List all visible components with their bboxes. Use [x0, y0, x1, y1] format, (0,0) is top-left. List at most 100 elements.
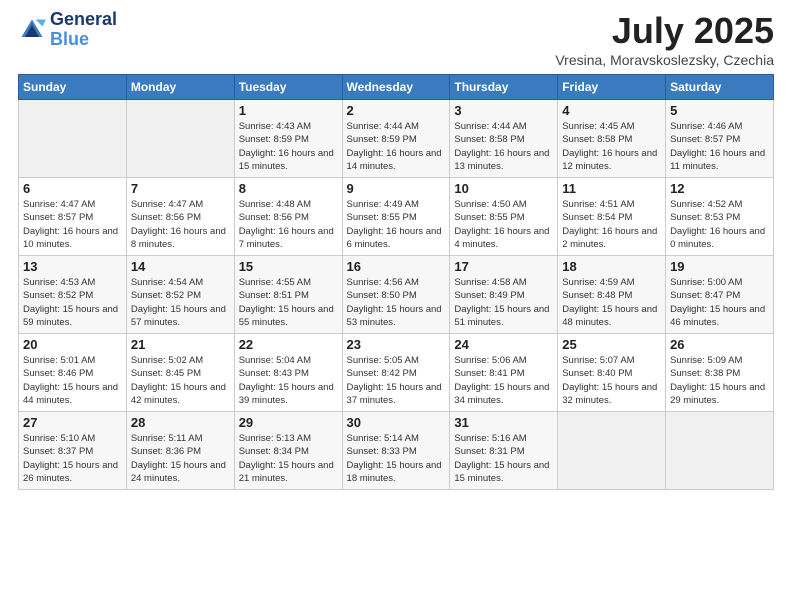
- day-cell: 25 Sunrise: 5:07 AMSunset: 8:40 PMDayligh…: [558, 334, 666, 412]
- day-cell: 20 Sunrise: 5:01 AMSunset: 8:46 PMDayligh…: [19, 334, 127, 412]
- day-cell: 23Sunrise: 5:05 AMSunset: 8:42 PMDayligh…: [342, 334, 450, 412]
- logo-text: General Blue: [50, 10, 117, 50]
- day-number: 6: [23, 181, 122, 196]
- day-info: Sunrise: 4:47 AMSunset: 8:56 PMDaylight:…: [131, 198, 230, 251]
- day-cell: 11Sunrise: 4:51 AMSunset: 8:54 PMDayligh…: [558, 178, 666, 256]
- day-cell: 14 Sunrise: 4:54 AMSunset: 8:52 PMDayligh…: [126, 256, 234, 334]
- day-number: 8: [239, 181, 338, 196]
- day-cell: 26Sunrise: 5:09 AMSunset: 8:38 PMDayligh…: [666, 334, 774, 412]
- day-cell: 3Sunrise: 4:44 AMSunset: 8:58 PMDaylight…: [450, 100, 558, 178]
- logo-line2: Blue: [50, 29, 89, 49]
- day-cell: [19, 100, 127, 178]
- day-cell: 22 Sunrise: 5:04 AMSunset: 8:43 PMDayligh…: [234, 334, 342, 412]
- day-number: 23: [347, 337, 446, 352]
- day-number: 18: [562, 259, 661, 274]
- day-cell: 10 Sunrise: 4:50 AMSunset: 8:55 PMDayligh…: [450, 178, 558, 256]
- day-number: 5: [670, 103, 769, 118]
- weekday-header-saturday: Saturday: [666, 75, 774, 100]
- day-cell: [558, 412, 666, 490]
- day-info: Sunrise: 5:11 AMSunset: 8:36 PMDaylight:…: [131, 432, 230, 485]
- week-row-4: 20 Sunrise: 5:01 AMSunset: 8:46 PMDayligh…: [19, 334, 774, 412]
- day-info: Sunrise: 4:43 AMSunset: 8:59 PMDaylight:…: [239, 120, 338, 173]
- day-info: Sunrise: 4:44 AMSunset: 8:59 PMDaylight:…: [347, 120, 446, 173]
- day-cell: 29Sunrise: 5:13 AMSunset: 8:34 PMDayligh…: [234, 412, 342, 490]
- day-info: Sunrise: 4:48 AMSunset: 8:56 PMDaylight:…: [239, 198, 338, 251]
- day-number: 1: [239, 103, 338, 118]
- day-info: Sunrise: 5:01 AMSunset: 8:46 PMDaylight:…: [23, 354, 122, 407]
- day-number: 30: [347, 415, 446, 430]
- day-cell: [666, 412, 774, 490]
- day-info: Sunrise: 5:04 AMSunset: 8:43 PMDaylight:…: [239, 354, 338, 407]
- weekday-header-sunday: Sunday: [19, 75, 127, 100]
- day-cell: 4Sunrise: 4:45 AMSunset: 8:58 PMDaylight…: [558, 100, 666, 178]
- day-info: Sunrise: 5:02 AMSunset: 8:45 PMDaylight:…: [131, 354, 230, 407]
- day-cell: 24Sunrise: 5:06 AMSunset: 8:41 PMDayligh…: [450, 334, 558, 412]
- day-cell: 18 Sunrise: 4:59 AMSunset: 8:48 PMDayligh…: [558, 256, 666, 334]
- day-number: 16: [347, 259, 446, 274]
- day-info: Sunrise: 5:00 AMSunset: 8:47 PMDaylight:…: [670, 276, 769, 329]
- day-number: 28: [131, 415, 230, 430]
- page: General Blue July 2025 Vresina, Moravsko…: [0, 0, 792, 612]
- day-cell: 5Sunrise: 4:46 AMSunset: 8:57 PMDaylight…: [666, 100, 774, 178]
- day-number: 20: [23, 337, 122, 352]
- day-info: Sunrise: 4:55 AMSunset: 8:51 PMDaylight:…: [239, 276, 338, 329]
- calendar: SundayMondayTuesdayWednesdayThursdayFrid…: [18, 74, 774, 490]
- day-cell: 2Sunrise: 4:44 AMSunset: 8:59 PMDaylight…: [342, 100, 450, 178]
- title-block: July 2025 Vresina, Moravskoslezsky, Czec…: [555, 10, 774, 68]
- day-number: 31: [454, 415, 553, 430]
- week-row-5: 27 Sunrise: 5:10 AMSunset: 8:37 PMDayligh…: [19, 412, 774, 490]
- calendar-body: 1 Sunrise: 4:43 AMSunset: 8:59 PMDaylight…: [19, 100, 774, 490]
- day-cell: 7Sunrise: 4:47 AMSunset: 8:56 PMDaylight…: [126, 178, 234, 256]
- day-info: Sunrise: 4:58 AMSunset: 8:49 PMDaylight:…: [454, 276, 553, 329]
- weekday-header-friday: Friday: [558, 75, 666, 100]
- day-number: 22: [239, 337, 338, 352]
- day-cell: 21 Sunrise: 5:02 AMSunset: 8:45 PMDayligh…: [126, 334, 234, 412]
- weekday-header-tuesday: Tuesday: [234, 75, 342, 100]
- weekday-header-thursday: Thursday: [450, 75, 558, 100]
- day-number: 21: [131, 337, 230, 352]
- weekday-header-monday: Monday: [126, 75, 234, 100]
- day-info: Sunrise: 4:44 AMSunset: 8:58 PMDaylight:…: [454, 120, 553, 173]
- day-info: Sunrise: 4:56 AMSunset: 8:50 PMDaylight:…: [347, 276, 446, 329]
- day-number: 25: [562, 337, 661, 352]
- logo-icon: [18, 16, 46, 44]
- day-info: Sunrise: 5:10 AMSunset: 8:37 PMDaylight:…: [23, 432, 122, 485]
- month-title: July 2025: [555, 10, 774, 52]
- day-cell: 28 Sunrise: 5:11 AMSunset: 8:36 PMDayligh…: [126, 412, 234, 490]
- day-cell: 1 Sunrise: 4:43 AMSunset: 8:59 PMDaylight…: [234, 100, 342, 178]
- day-cell: 15Sunrise: 4:55 AMSunset: 8:51 PMDayligh…: [234, 256, 342, 334]
- day-number: 11: [562, 181, 661, 196]
- day-info: Sunrise: 5:16 AMSunset: 8:31 PMDaylight:…: [454, 432, 553, 485]
- weekday-header-wednesday: Wednesday: [342, 75, 450, 100]
- day-cell: 13 Sunrise: 4:53 AMSunset: 8:52 PMDayligh…: [19, 256, 127, 334]
- day-info: Sunrise: 4:54 AMSunset: 8:52 PMDaylight:…: [131, 276, 230, 329]
- logo-line1: General: [50, 10, 117, 30]
- week-row-3: 13 Sunrise: 4:53 AMSunset: 8:52 PMDayligh…: [19, 256, 774, 334]
- week-row-2: 6Sunrise: 4:47 AMSunset: 8:57 PMDaylight…: [19, 178, 774, 256]
- day-number: 10: [454, 181, 553, 196]
- day-number: 4: [562, 103, 661, 118]
- day-number: 12: [670, 181, 769, 196]
- day-number: 24: [454, 337, 553, 352]
- weekday-row: SundayMondayTuesdayWednesdayThursdayFrid…: [19, 75, 774, 100]
- day-number: 17: [454, 259, 553, 274]
- day-cell: 16 Sunrise: 4:56 AMSunset: 8:50 PMDayligh…: [342, 256, 450, 334]
- day-info: Sunrise: 4:50 AMSunset: 8:55 PMDaylight:…: [454, 198, 553, 251]
- day-cell: 27 Sunrise: 5:10 AMSunset: 8:37 PMDayligh…: [19, 412, 127, 490]
- day-info: Sunrise: 4:59 AMSunset: 8:48 PMDaylight:…: [562, 276, 661, 329]
- day-number: 19: [670, 259, 769, 274]
- day-info: Sunrise: 5:07 AMSunset: 8:40 PMDaylight:…: [562, 354, 661, 407]
- day-number: 13: [23, 259, 122, 274]
- day-number: 27: [23, 415, 122, 430]
- week-row-1: 1 Sunrise: 4:43 AMSunset: 8:59 PMDaylight…: [19, 100, 774, 178]
- day-info: Sunrise: 4:53 AMSunset: 8:52 PMDaylight:…: [23, 276, 122, 329]
- day-info: Sunrise: 4:49 AMSunset: 8:55 PMDaylight:…: [347, 198, 446, 251]
- day-info: Sunrise: 4:52 AMSunset: 8:53 PMDaylight:…: [670, 198, 769, 251]
- location: Vresina, Moravskoslezsky, Czechia: [555, 52, 774, 68]
- day-number: 14: [131, 259, 230, 274]
- day-cell: 19 Sunrise: 5:00 AMSunset: 8:47 PMDayligh…: [666, 256, 774, 334]
- calendar-header: SundayMondayTuesdayWednesdayThursdayFrid…: [19, 75, 774, 100]
- header: General Blue July 2025 Vresina, Moravsko…: [18, 10, 774, 68]
- day-cell: [126, 100, 234, 178]
- day-number: 26: [670, 337, 769, 352]
